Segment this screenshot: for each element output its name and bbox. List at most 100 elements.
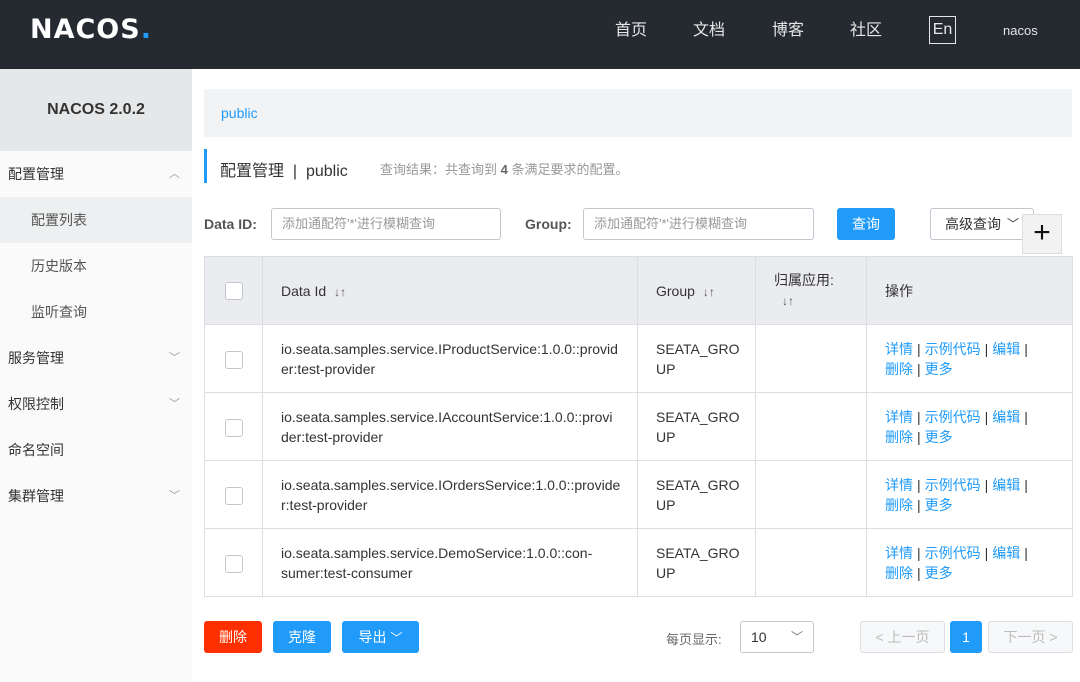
sidebar-item-label: 监听查询 — [31, 304, 87, 320]
chevron-down-icon: ﹀ — [1006, 217, 1019, 231]
table-row: io.seata.samples.service.DemoService:1.0… — [204, 528, 1073, 597]
more-link[interactable]: 更多 — [925, 361, 953, 377]
chevron-down-icon: ﹀ — [390, 631, 403, 645]
group-input[interactable]: 添加通配符'*'进行模糊查询 — [583, 208, 814, 240]
sidebar-item-access-control[interactable]: 权限控制 ﹀ — [0, 381, 192, 427]
chevron-up-icon: ︿ — [169, 168, 180, 180]
row-checkbox[interactable] — [224, 486, 243, 505]
detail-link[interactable]: 详情 — [885, 545, 913, 561]
per-page-label: 每页显示: — [666, 632, 722, 647]
header-group[interactable]: Group ↓↑ — [637, 256, 756, 325]
row-checkbox[interactable] — [224, 554, 243, 573]
query-button[interactable]: 查询 — [837, 208, 895, 240]
header-data-id[interactable]: Data Id ↓↑ — [262, 256, 638, 325]
main-content: public 配置管理 | public 查询结果：共查询到 4 条满足要求的配… — [192, 69, 1080, 682]
edit-link[interactable]: 编辑 — [992, 477, 1020, 493]
nav-community[interactable]: 社区 — [850, 0, 882, 69]
add-config-button[interactable]: + — [1022, 214, 1062, 254]
edit-link[interactable]: 编辑 — [992, 409, 1020, 425]
cell-operations: 详情 | 示例代码 | 编辑 | 删除 | 更多 — [866, 460, 1073, 529]
sidebar-item-listener-query[interactable]: 监听查询 — [0, 289, 192, 335]
row-checkbox[interactable] — [224, 418, 243, 437]
sidebar-item-label: 集群管理 — [8, 488, 64, 504]
chevron-down-icon: ﹀ — [790, 630, 803, 644]
delete-link[interactable]: 删除 — [885, 361, 913, 377]
cell-group: SEATA_GRO UP — [637, 392, 756, 461]
more-link[interactable]: 更多 — [925, 497, 953, 513]
cell-group: SEATA_GRO UP — [637, 460, 756, 529]
sidebar-item-label: 服务管理 — [8, 350, 64, 366]
language-switch[interactable]: En — [929, 16, 956, 44]
chevron-down-icon: ﹀ — [169, 398, 180, 410]
top-navbar: NACOS. 首页 文档 博客 社区 En nacos — [0, 0, 1080, 69]
namespace-tab-public[interactable]: public — [221, 105, 258, 121]
sidebar-item-label: 命名空间 — [8, 442, 64, 458]
clone-button[interactable]: 克隆 — [273, 621, 331, 653]
data-id-input[interactable]: 添加通配符'*'进行模糊查询 — [271, 208, 501, 240]
nav-home[interactable]: 首页 — [615, 0, 647, 69]
cell-group: SEATA_GRO UP — [637, 324, 756, 393]
sidebar: NACOS 2.0.2 配置管理 ︿ 配置列表 历史版本 监听查询 服务管理 ﹀… — [0, 69, 192, 682]
chevron-down-icon: ﹀ — [169, 490, 180, 502]
cell-data-id: io.seata.samples.service.IOrdersService:… — [262, 460, 638, 529]
nav-blog[interactable]: 博客 — [772, 0, 804, 69]
detail-link[interactable]: 详情 — [885, 409, 913, 425]
cell-app — [755, 460, 867, 529]
sample-code-link[interactable]: 示例代码 — [925, 545, 981, 561]
select-all-cell — [204, 256, 263, 325]
sample-code-link[interactable]: 示例代码 — [925, 341, 981, 357]
cell-data-id: io.seata.samples.service.IAccountService… — [262, 392, 638, 461]
nav-docs[interactable]: 文档 — [693, 0, 725, 69]
cell-app — [755, 392, 867, 461]
sidebar-item-namespace[interactable]: 命名空间 — [0, 427, 192, 473]
sample-code-link[interactable]: 示例代码 — [925, 477, 981, 493]
delete-link[interactable]: 删除 — [885, 565, 913, 581]
sidebar-item-label: 配置管理 — [8, 166, 64, 182]
title-accent-bar — [204, 149, 207, 183]
sidebar-item-config-management[interactable]: 配置管理 ︿ — [0, 151, 192, 197]
cell-data-id: io.seata.samples.service.DemoService:1.0… — [262, 528, 638, 597]
chevron-down-icon: ﹀ — [169, 352, 180, 364]
sidebar-title: NACOS 2.0.2 — [0, 69, 192, 151]
per-page-select[interactable]: 10 ﹀ — [740, 621, 814, 653]
config-table: Data Id ↓↑ Group ↓↑ 归属应用: ↓↑ 操作 io.seata.sa… — [204, 256, 1073, 597]
delete-button[interactable]: 删除 — [204, 621, 262, 653]
cell-operations: 详情 | 示例代码 | 编辑 | 删除 | 更多 — [866, 528, 1073, 597]
sample-code-link[interactable]: 示例代码 — [925, 409, 981, 425]
table-row: io.seata.samples.service.IProductService… — [204, 324, 1073, 393]
header-app[interactable]: 归属应用: ↓↑ — [755, 256, 867, 325]
sort-icon[interactable]: ↓↑ — [703, 285, 715, 299]
page-1-button[interactable]: 1 — [950, 621, 982, 653]
group-label: Group: — [525, 216, 572, 232]
prev-page-button[interactable]: < 上一页 — [860, 621, 945, 653]
edit-link[interactable]: 编辑 — [992, 341, 1020, 357]
delete-link[interactable]: 删除 — [885, 429, 913, 445]
more-link[interactable]: 更多 — [925, 429, 953, 445]
chevron-left-icon: < — [875, 629, 884, 645]
delete-link[interactable]: 删除 — [885, 497, 913, 513]
sidebar-item-config-list[interactable]: 配置列表 — [0, 197, 192, 243]
query-result-summary: 查询结果：共查询到 4 条满足要求的配置。 — [380, 162, 629, 177]
row-checkbox[interactable] — [224, 350, 243, 369]
sidebar-item-label: 历史版本 — [31, 258, 87, 274]
cell-app — [755, 324, 867, 393]
more-link[interactable]: 更多 — [925, 565, 953, 581]
chevron-right-icon: > — [1049, 629, 1058, 645]
edit-link[interactable]: 编辑 — [992, 545, 1020, 561]
namespace-bar: public — [204, 89, 1072, 137]
export-button[interactable]: 导出 ﹀ — [342, 621, 419, 653]
row-checkbox-cell — [204, 460, 263, 529]
select-all-checkbox[interactable] — [224, 281, 243, 300]
next-page-button[interactable]: 下一页 > — [988, 621, 1073, 653]
detail-link[interactable]: 详情 — [885, 477, 913, 493]
sidebar-item-cluster-management[interactable]: 集群管理 ﹀ — [0, 473, 192, 519]
sidebar-item-service-management[interactable]: 服务管理 ﹀ — [0, 335, 192, 381]
nacos-logo[interactable]: NACOS. — [30, 14, 152, 45]
sidebar-item-history[interactable]: 历史版本 — [0, 243, 192, 289]
row-checkbox-cell — [204, 392, 263, 461]
advanced-query-button[interactable]: 高级查询 ﹀ — [930, 208, 1034, 240]
sort-icon[interactable]: ↓↑ — [334, 285, 346, 299]
user-menu[interactable]: nacos — [1003, 0, 1038, 62]
detail-link[interactable]: 详情 — [885, 341, 913, 357]
sort-icon[interactable]: ↓↑ — [782, 294, 794, 308]
